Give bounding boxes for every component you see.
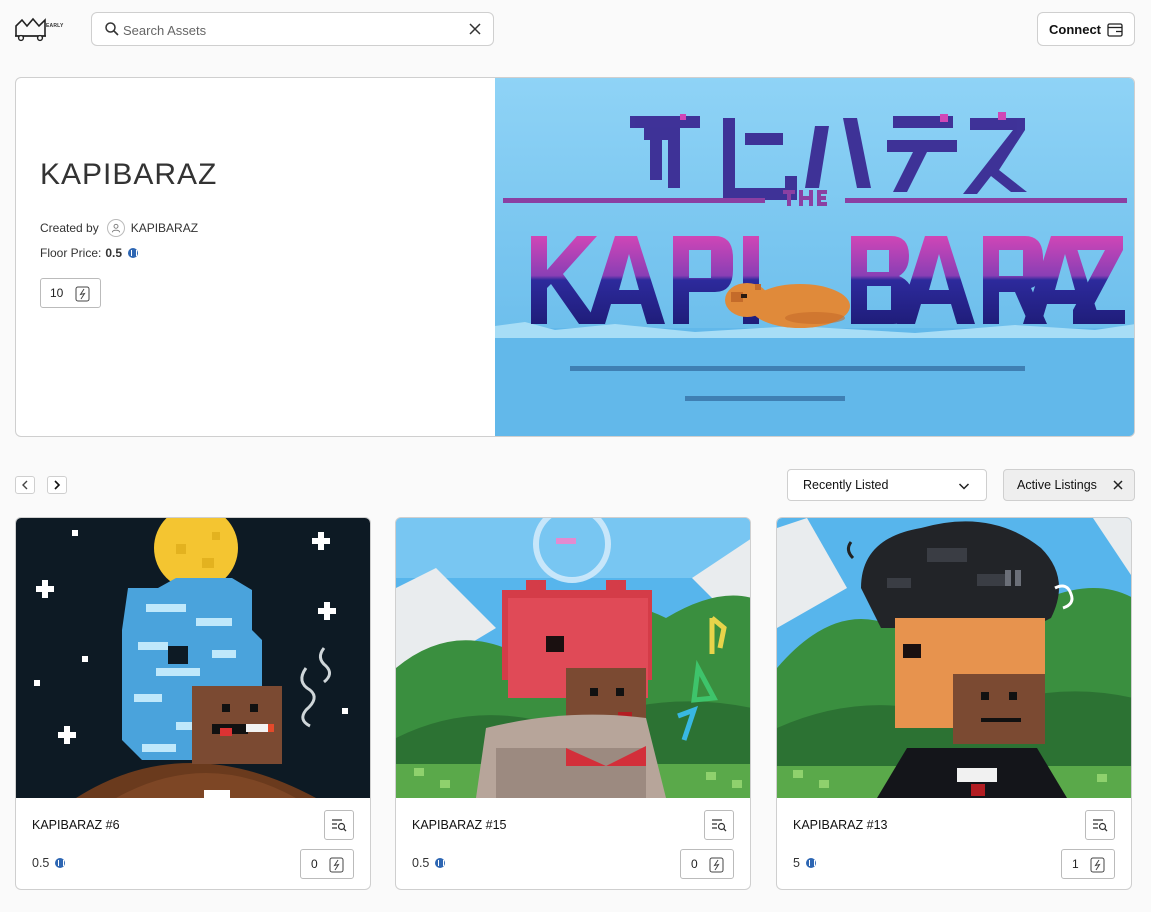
currency-icon: [805, 858, 816, 868]
creator-row: Created by KAPIBARAZ: [40, 219, 198, 237]
search-bar[interactable]: [91, 12, 494, 46]
floor-price-value: 0.5: [105, 246, 123, 260]
list-search-icon: [1093, 819, 1108, 832]
prev-page-button[interactable]: [15, 476, 35, 494]
connect-label: Connect: [1049, 21, 1101, 37]
token-icon: [709, 857, 724, 873]
logo-icon: [15, 17, 46, 42]
currency-icon: [55, 858, 66, 868]
chevron-down-icon: [958, 483, 970, 490]
nft-price-value: 0.5: [412, 856, 430, 870]
connect-button[interactable]: Connect: [1037, 12, 1135, 46]
view-details-button[interactable]: [1085, 810, 1115, 840]
nft-quantity-badge: 1: [1061, 849, 1115, 879]
nft-quantity: 1: [1072, 857, 1079, 871]
nft-name[interactable]: KAPIBARAZ #15: [412, 818, 507, 832]
nft-quantity: 0: [311, 857, 318, 871]
wallet-icon: [1107, 23, 1123, 37]
creator-name[interactable]: KAPIBARAZ: [131, 221, 198, 235]
active-listings-filter-chip[interactable]: Active Listings: [1003, 469, 1135, 501]
nft-price-value: 5: [793, 856, 800, 870]
token-icon: [1090, 857, 1105, 873]
chevron-right-icon: [54, 480, 61, 490]
sort-select[interactable]: Recently Listed: [787, 469, 987, 501]
nft-quantity-badge: 0: [680, 849, 734, 879]
nft-price: 0.5: [412, 856, 446, 870]
collection-banner: [495, 78, 1134, 436]
collection-title: KAPIBARAZ: [40, 158, 218, 191]
list-search-icon: [712, 819, 727, 832]
next-page-button[interactable]: [47, 476, 67, 494]
list-search-icon: [332, 819, 347, 832]
close-icon[interactable]: [467, 21, 483, 37]
nft-card[interactable]: KAPIBARAZ #15 0.5 0: [395, 517, 751, 890]
nft-name[interactable]: KAPIBARAZ #6: [32, 818, 120, 832]
floor-price: Floor Price: 0.5: [40, 246, 139, 260]
filter-chip-label: Active Listings: [1017, 478, 1097, 492]
nft-price-value: 0.5: [32, 856, 50, 870]
nft-image: [16, 518, 370, 798]
avatar[interactable]: [106, 219, 125, 237]
search-icon: [105, 22, 119, 36]
nft-price: 5: [793, 856, 816, 870]
logo-tag: EARLY: [46, 23, 64, 29]
collection-hero: KAPIBARAZ Created by KAPIBARAZ Floor Pri…: [15, 77, 1135, 437]
nft-price: 0.5: [32, 856, 66, 870]
collection-quantity: 10: [50, 286, 64, 300]
collection-quantity-badge: 10: [40, 278, 101, 308]
currency-icon: [128, 248, 139, 258]
search-input[interactable]: [123, 20, 453, 40]
view-details-button[interactable]: [704, 810, 734, 840]
currency-icon: [435, 858, 446, 868]
nft-name[interactable]: KAPIBARAZ #13: [793, 818, 888, 832]
floor-price-label: Floor Price:: [40, 246, 102, 260]
nft-image: [396, 518, 750, 798]
nft-image: [777, 518, 1131, 798]
close-icon[interactable]: [1112, 479, 1124, 491]
nft-quantity-badge: 0: [300, 849, 354, 879]
token-icon: [75, 286, 90, 302]
token-icon: [329, 857, 344, 873]
nft-card[interactable]: KAPIBARAZ #6 0.5 0: [15, 517, 371, 890]
nft-card[interactable]: KAPIBARAZ #13 5 1: [776, 517, 1132, 890]
chevron-left-icon: [22, 480, 28, 490]
view-details-button[interactable]: [324, 810, 354, 840]
created-by-label: Created by: [40, 221, 99, 235]
sort-selected-value: Recently Listed: [803, 478, 889, 492]
user-icon: [111, 223, 120, 233]
nft-quantity: 0: [691, 857, 698, 871]
